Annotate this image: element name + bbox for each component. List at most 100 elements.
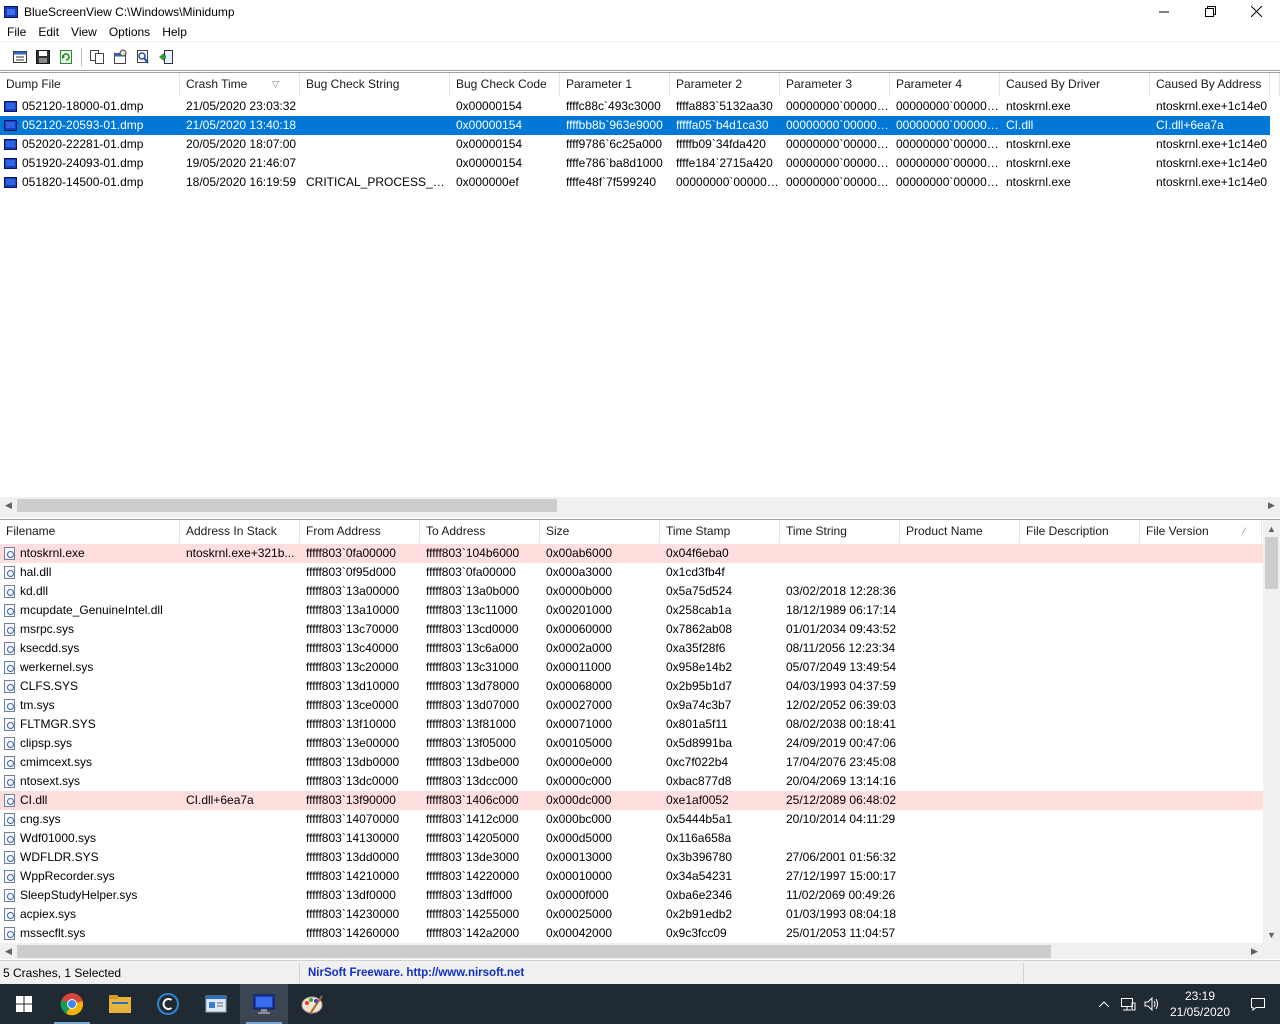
options-button[interactable] [110, 47, 130, 67]
column-header-from-address[interactable]: From Address [300, 520, 420, 543]
module-row[interactable]: werkernel.sys fffff803`13c20000 fffff803`1… [0, 658, 1263, 677]
properties-button[interactable] [10, 47, 30, 67]
module-row[interactable]: CI.dll CI.dll+6ea7a fffff803`13f90000 fffff… [0, 791, 1263, 810]
module-file-icon [4, 623, 15, 636]
column-header-time-string[interactable]: Time String [780, 520, 900, 543]
column-header-dump-file[interactable]: Dump File [0, 73, 180, 96]
copy-button[interactable] [87, 47, 107, 67]
module-row[interactable]: mssecflt.sys fffff803`14260000 fffff803`14… [0, 924, 1263, 943]
taskbar-app-window[interactable] [192, 984, 240, 1024]
module-row[interactable]: ntosext.sys fffff803`13dc0000 fffff803`13d… [0, 772, 1263, 791]
scroll-right-icon[interactable]: ▶ [1246, 943, 1263, 959]
module-row[interactable]: clipsp.sys fffff803`13e00000 fffff803`13f0… [0, 734, 1263, 753]
crash-cell: ffffa883`5132aa30 [670, 97, 780, 116]
taskbar-bluescreenview[interactable] [240, 984, 288, 1024]
nirsoft-link[interactable]: NirSoft Freeware. http://www.nirsoft.net [300, 962, 1024, 983]
module-row[interactable]: CLFS.SYS fffff803`13d10000 fffff803`13d780… [0, 677, 1263, 696]
menu-options[interactable]: Options [103, 25, 156, 39]
column-header-bug-check-code[interactable]: Bug Check Code [450, 73, 560, 96]
column-header-caused-by-address[interactable]: Caused By Address [1150, 73, 1270, 96]
cell-text: 0x1cd3fb4f [666, 565, 725, 579]
restore-button[interactable] [1187, 0, 1233, 23]
column-header-caused-by-driver[interactable]: Caused By Driver [1000, 73, 1150, 96]
show-hidden-icons-button[interactable] [1092, 984, 1116, 1024]
menu-view[interactable]: View [65, 25, 103, 39]
crash-row[interactable]: 052020-22281-01.dmp 20/05/2020 18:07:00 0x… [0, 135, 1270, 154]
crash-row[interactable]: 052120-20593-01.dmp 21/05/2020 13:40:18 0x… [0, 116, 1270, 135]
module-row[interactable]: cng.sys fffff803`14070000 fffff803`1412c00… [0, 810, 1263, 829]
column-header-to-address[interactable]: To Address [420, 520, 540, 543]
module-row[interactable]: SleepStudyHelper.sys fffff803`13df0000 fff… [0, 886, 1263, 905]
scrollbar-thumb[interactable] [17, 945, 1051, 958]
menu-edit[interactable]: Edit [32, 25, 65, 39]
find-button[interactable] [133, 47, 153, 67]
module-cell: 0x00ab6000 [540, 544, 660, 563]
column-header-file-version[interactable]: File Version ⁄ [1140, 520, 1262, 543]
module-cell: 0x000d5000 [540, 829, 660, 848]
cell-text: 0x00027000 [546, 698, 613, 712]
module-row[interactable]: acpiex.sys fffff803`14230000 fffff803`1425… [0, 905, 1263, 924]
module-row[interactable]: mcupdate_GenuineIntel.dll fffff803`13a100… [0, 601, 1263, 620]
column-header-bug-check-string[interactable]: Bug Check String [300, 73, 450, 96]
cell-text: ntoskrnl.exe+321b... [186, 546, 295, 560]
bluescreenview-icon [253, 994, 275, 1014]
module-list-horizontal-scrollbar[interactable]: ◀ ▶ [0, 943, 1280, 959]
column-header-filename[interactable]: Filename [0, 520, 180, 543]
column-header-parameter-3[interactable]: Parameter 3 [780, 73, 890, 96]
action-center-button[interactable] [1236, 984, 1280, 1024]
crash-row[interactable]: 052120-18000-01.dmp 21/05/2020 23:03:32 0x… [0, 97, 1270, 116]
scroll-right-icon[interactable]: ▶ [1263, 497, 1280, 513]
cell-text: 17/04/2076 23:45:08 [786, 755, 897, 769]
column-header-address-in-stack[interactable]: Address In Stack [180, 520, 300, 543]
menu-file[interactable]: File [0, 25, 32, 39]
scroll-down-icon[interactable]: ▼ [1263, 926, 1280, 943]
module-row[interactable]: WDFLDR.SYS fffff803`13dd0000 fffff803`13de… [0, 848, 1263, 867]
start-button[interactable] [0, 984, 48, 1024]
clock[interactable]: 23:19 21/05/2020 [1164, 988, 1236, 1020]
module-row[interactable]: WppRecorder.sys fffff803`14210000 fffff803… [0, 867, 1263, 886]
taskbar-chrome[interactable] [48, 984, 96, 1024]
taskbar-paint[interactable] [288, 984, 336, 1024]
module-row[interactable]: cmimcext.sys fffff803`13db0000 fffff803`13… [0, 753, 1263, 772]
module-row[interactable]: kd.dll fffff803`13a00000 fffff803`13a0b000… [0, 582, 1263, 601]
scroll-up-icon[interactable]: ▲ [1263, 520, 1280, 537]
scrollbar-thumb[interactable] [1265, 537, 1278, 589]
column-header-time-stamp[interactable]: Time Stamp [660, 520, 780, 543]
close-button[interactable] [1233, 0, 1279, 23]
pane-splitter[interactable] [0, 513, 1280, 518]
column-header-size[interactable]: Size [540, 520, 660, 543]
scroll-left-icon[interactable]: ◀ [0, 943, 17, 959]
column-header-file-description[interactable]: File Description [1020, 520, 1140, 543]
minimize-button[interactable] [1141, 0, 1187, 23]
module-row[interactable]: ksecdd.sys fffff803`13c40000 fffff803`13c6… [0, 639, 1263, 658]
cell-text: fffff803`13ce0000 [306, 698, 399, 712]
module-list-vertical-scrollbar[interactable]: ▲ ▼ [1263, 520, 1280, 943]
taskbar-file-explorer[interactable] [96, 984, 144, 1024]
column-header-product-name[interactable]: Product Name [900, 520, 1020, 543]
crash-row[interactable]: 051920-24093-01.dmp 19/05/2020 21:46:07 0x… [0, 154, 1270, 173]
column-header-parameter-1[interactable]: Parameter 1 [560, 73, 670, 96]
cell-text: 0xbac877d8 [666, 774, 732, 788]
volume-button[interactable] [1140, 984, 1164, 1024]
column-header-parameter-2[interactable]: Parameter 2 [670, 73, 780, 96]
crash-row[interactable]: 051820-14500-01.dmp 18/05/2020 16:19:59 CR… [0, 173, 1270, 192]
module-row[interactable]: hal.dll fffff803`0f95d000 fffff803`0fa0000… [0, 563, 1263, 582]
crash-list-horizontal-scrollbar[interactable]: ◀ ▶ [0, 497, 1280, 513]
module-row[interactable]: Wdf01000.sys fffff803`14130000 fffff803`14… [0, 829, 1263, 848]
module-row[interactable]: ntoskrnl.exe ntoskrnl.exe+321b... fffff803… [0, 544, 1263, 563]
module-row[interactable]: msrpc.sys fffff803`13c70000 fffff803`13cd0… [0, 620, 1263, 639]
refresh-button[interactable] [56, 47, 76, 67]
column-header-parameter-4[interactable]: Parameter 4 [890, 73, 1000, 96]
save-button[interactable] [33, 47, 53, 67]
module-row[interactable]: FLTMGR.SYS fffff803`13f10000 fffff803`13f8… [0, 715, 1263, 734]
column-header-crash-time[interactable]: Crash Time ▽ [180, 73, 300, 96]
menu-help[interactable]: Help [156, 25, 193, 39]
module-cell: 0x5444b5a1 [660, 810, 780, 829]
exit-button[interactable] [156, 47, 176, 67]
module-row[interactable]: tm.sys fffff803`13ce0000 fffff803`13d07000… [0, 696, 1263, 715]
scroll-left-icon[interactable]: ◀ [0, 497, 17, 513]
cell-text: 00000000`000000... [786, 175, 890, 189]
taskbar-ccleaner[interactable] [144, 984, 192, 1024]
scrollbar-thumb[interactable] [17, 499, 557, 512]
network-button[interactable] [1116, 984, 1140, 1024]
